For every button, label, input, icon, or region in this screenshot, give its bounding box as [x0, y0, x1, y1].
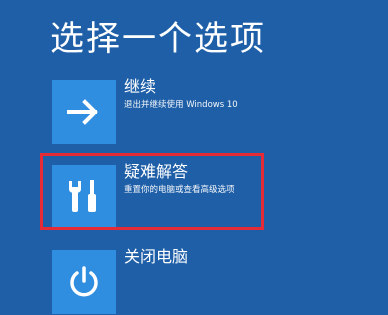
arrow-right-icon — [52, 80, 116, 144]
continue-description: 退出并继续使用 Windows 10 — [124, 100, 238, 110]
power-icon — [52, 250, 116, 314]
shutdown-label: 关闭电脑 — [124, 247, 189, 266]
shutdown-option[interactable]: 关闭电脑 — [52, 247, 352, 314]
page-title: 选择一个选项 — [50, 19, 266, 59]
continue-option[interactable]: 继续 退出并继续使用 Windows 10 — [52, 77, 352, 144]
continue-label: 继续 — [124, 77, 157, 96]
highlight-box — [40, 153, 264, 230]
